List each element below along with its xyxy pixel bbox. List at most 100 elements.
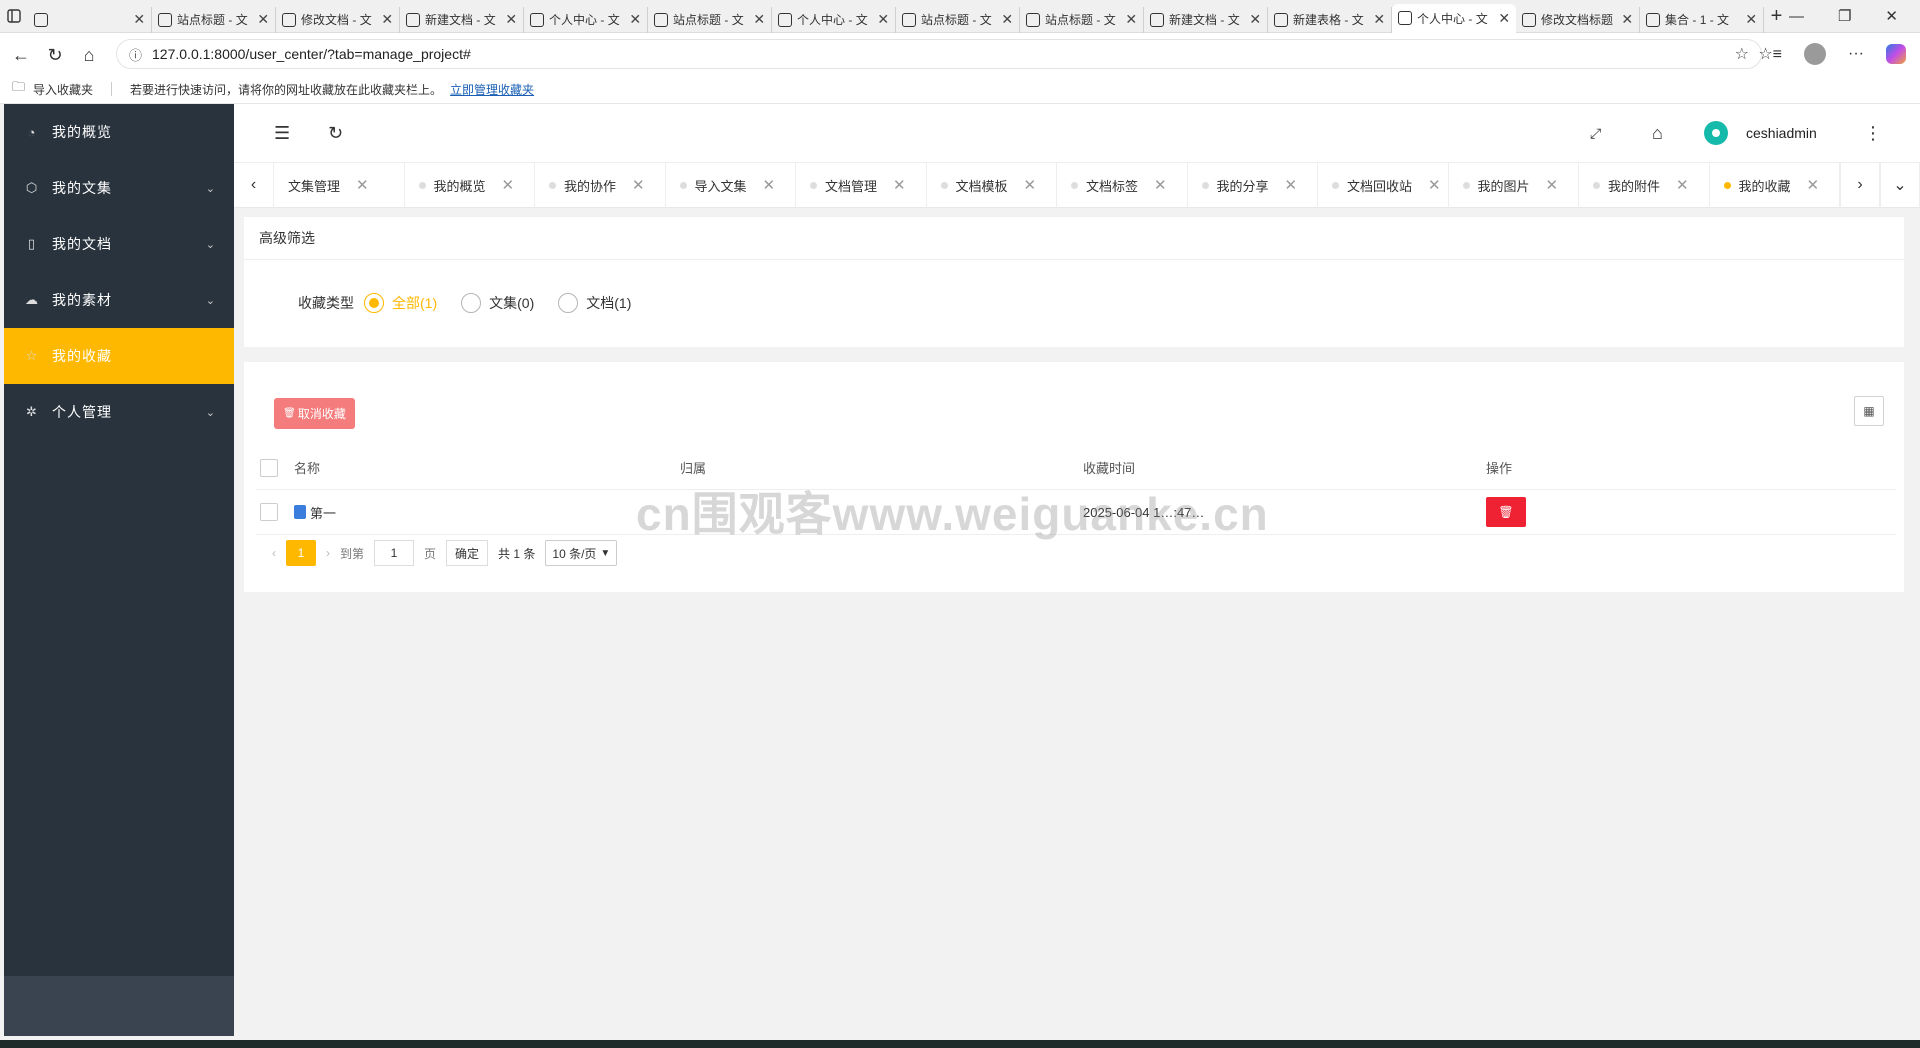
fullscreen-icon[interactable]: ⤢	[1590, 125, 1601, 142]
browser-tab[interactable]: 新建文档 - 文 ✕	[400, 6, 525, 33]
browser-tab[interactable]: 站点标题 - 文 ✕	[648, 6, 773, 33]
page-tab[interactable]: 我的图片 ✕	[1449, 162, 1579, 208]
browser-tab[interactable]: 站点标题 - 文 ✕	[152, 6, 277, 33]
close-tab-icon[interactable]: ✕	[1807, 176, 1820, 194]
sidebar-item[interactable]: ☁ 我的素材 ⌄	[4, 272, 234, 328]
favorites-icon[interactable]: ☆≡	[1758, 44, 1782, 64]
profile-avatar[interactable]	[1804, 43, 1827, 65]
tabs-scroll-right-icon[interactable]: ›	[1840, 162, 1880, 208]
browser-tab[interactable]: ✕	[28, 6, 153, 33]
home-icon[interactable]: ⌂	[1652, 123, 1663, 144]
radio-circle[interactable]	[364, 293, 384, 313]
close-tab-icon[interactable]: ✕	[1546, 176, 1559, 194]
import-favorites-link[interactable]: 导入收藏夹	[33, 81, 93, 98]
close-tab-icon[interactable]: ✕	[893, 176, 906, 194]
goto-page-input[interactable]: 1	[374, 540, 415, 566]
close-tab-icon[interactable]: ✕	[1621, 11, 1633, 28]
close-tab-icon[interactable]: ✕	[1676, 176, 1689, 194]
sidebar-item[interactable]: ✲ 个人管理 ⌄	[4, 384, 234, 440]
sidebar-item[interactable]: ⬡ 我的文集 ⌄	[4, 160, 234, 216]
reload-icon[interactable]: ↻	[38, 45, 72, 66]
page-tab[interactable]: 我的分享 ✕	[1188, 162, 1318, 208]
close-tab-icon[interactable]: ✕	[1001, 11, 1013, 28]
username[interactable]: ceshiadmin	[1746, 125, 1817, 141]
tabs-scroll-left-icon[interactable]: ‹	[234, 162, 274, 208]
select-all-checkbox[interactable]	[260, 458, 278, 477]
row-name[interactable]: 第一	[310, 503, 336, 522]
radio-circle[interactable]	[461, 293, 482, 313]
page-size-select[interactable]: 10 条/页 ▼	[545, 540, 618, 566]
close-tab-icon[interactable]: ✕	[502, 176, 515, 194]
delete-button[interactable]: 🗑	[1486, 497, 1526, 527]
browser-tab[interactable]: 集合 - 1 - 文 ✕	[1640, 6, 1765, 33]
close-tab-icon[interactable]: ✕	[133, 11, 145, 28]
collect-type-radio[interactable]: 文档(1)	[558, 293, 631, 313]
more-icon[interactable]: ···	[1848, 45, 1864, 63]
import-favorites-icon[interactable]: 🗀	[12, 78, 25, 100]
restore-icon[interactable]: ❐	[1838, 7, 1851, 25]
current-page[interactable]: 1	[286, 540, 316, 566]
cancel-favorite-button[interactable]: 🗑 取消收藏	[274, 398, 355, 429]
close-tab-icon[interactable]: ✕	[1125, 11, 1137, 28]
close-tab-icon[interactable]: ✕	[1498, 10, 1510, 27]
url-field[interactable]: ⓘ 127.0.0.1:8000/user_center/?tab=manage…	[116, 39, 1762, 69]
close-tab-icon[interactable]: ✕	[1024, 176, 1037, 194]
next-page-icon[interactable]: ›	[326, 546, 330, 560]
prev-page-icon[interactable]: ‹	[272, 546, 276, 560]
close-tab-icon[interactable]: ✕	[1154, 176, 1167, 194]
row-checkbox[interactable]	[260, 503, 278, 521]
close-tab-icon[interactable]: ✕	[381, 11, 393, 28]
browser-tab[interactable]: 修改文档 - 文 ✕	[276, 6, 401, 33]
close-tab-icon[interactable]: ✕	[1428, 176, 1441, 194]
page-tab[interactable]: 我的协作 ✕	[535, 162, 666, 208]
close-tab-icon[interactable]: ✕	[505, 11, 517, 28]
more-vertical-icon[interactable]: ⋮	[1864, 123, 1882, 144]
browser-tab[interactable]: 新建表格 - 文 ✕	[1268, 6, 1393, 33]
back-icon[interactable]: ←	[4, 45, 38, 66]
page-tab[interactable]: 我的附件 ✕	[1579, 162, 1710, 208]
copilot-icon[interactable]	[1886, 44, 1906, 64]
user-avatar[interactable]	[1704, 121, 1728, 145]
favorite-star-icon[interactable]: ☆	[1735, 44, 1749, 64]
close-tab-icon[interactable]: ✕	[1373, 11, 1385, 28]
page-tab[interactable]: 导入文集 ✕	[666, 162, 796, 208]
minimize-icon[interactable]: —	[1789, 8, 1804, 25]
refresh-icon[interactable]: ↻	[328, 123, 343, 144]
page-tab[interactable]: 文档模板 ✕	[927, 162, 1057, 208]
collect-type-radio[interactable]: 全部(1)	[364, 293, 437, 313]
manage-favorites-link[interactable]: 立即管理收藏夹	[450, 81, 534, 98]
menu-toggle-icon[interactable]: ☰	[274, 123, 290, 144]
page-tab[interactable]: 我的收藏 ✕	[1710, 162, 1840, 208]
browser-tab[interactable]: 修改文档标题 ✕	[1516, 6, 1641, 33]
sidebar-item[interactable]: ◔ 我的概览	[4, 104, 234, 160]
column-settings-icon[interactable]: ▦	[1854, 396, 1884, 426]
page-tab[interactable]: 文集管理 ✕	[274, 162, 405, 208]
sidebar-item[interactable]: ▯ 我的文档 ⌄	[4, 216, 234, 272]
browser-tab[interactable]: 个人中心 - 文 ✕	[524, 6, 649, 33]
sidebar-item[interactable]: ☆ 我的收藏	[4, 328, 234, 384]
tabs-dropdown-icon[interactable]: ⌄	[1880, 162, 1920, 208]
close-tab-icon[interactable]: ✕	[763, 176, 776, 194]
close-tab-icon[interactable]: ✕	[356, 176, 369, 194]
browser-tab[interactable]: 个人中心 - 文 ✕	[772, 6, 897, 33]
close-window-icon[interactable]: ✕	[1885, 7, 1898, 25]
page-tab[interactable]: 文档标签 ✕	[1057, 162, 1188, 208]
close-tab-icon[interactable]: ✕	[257, 11, 269, 28]
close-tab-icon[interactable]: ✕	[753, 11, 765, 28]
page-tab[interactable]: 文档回收站 ✕	[1318, 162, 1449, 208]
new-tab-button[interactable]: +	[1764, 5, 1789, 28]
browser-tab[interactable]: 个人中心 - 文 ✕	[1392, 3, 1517, 33]
page-tab[interactable]: 文档管理 ✕	[796, 162, 927, 208]
browser-tab[interactable]: 站点标题 - 文 ✕	[1020, 6, 1145, 33]
close-tab-icon[interactable]: ✕	[1745, 11, 1757, 28]
site-info-icon[interactable]: ⓘ	[129, 45, 142, 64]
collect-type-radio[interactable]: 文集(0)	[461, 293, 534, 313]
home-icon[interactable]: ⌂	[72, 45, 106, 66]
radio-circle[interactable]	[558, 293, 579, 313]
browser-tab[interactable]: 新建文档 - 文 ✕	[1144, 6, 1269, 33]
close-tab-icon[interactable]: ✕	[629, 11, 641, 28]
close-tab-icon[interactable]: ✕	[877, 11, 889, 28]
tab-actions-icon[interactable]	[0, 0, 28, 33]
close-tab-icon[interactable]: ✕	[1285, 176, 1298, 194]
close-tab-icon[interactable]: ✕	[1249, 11, 1261, 28]
